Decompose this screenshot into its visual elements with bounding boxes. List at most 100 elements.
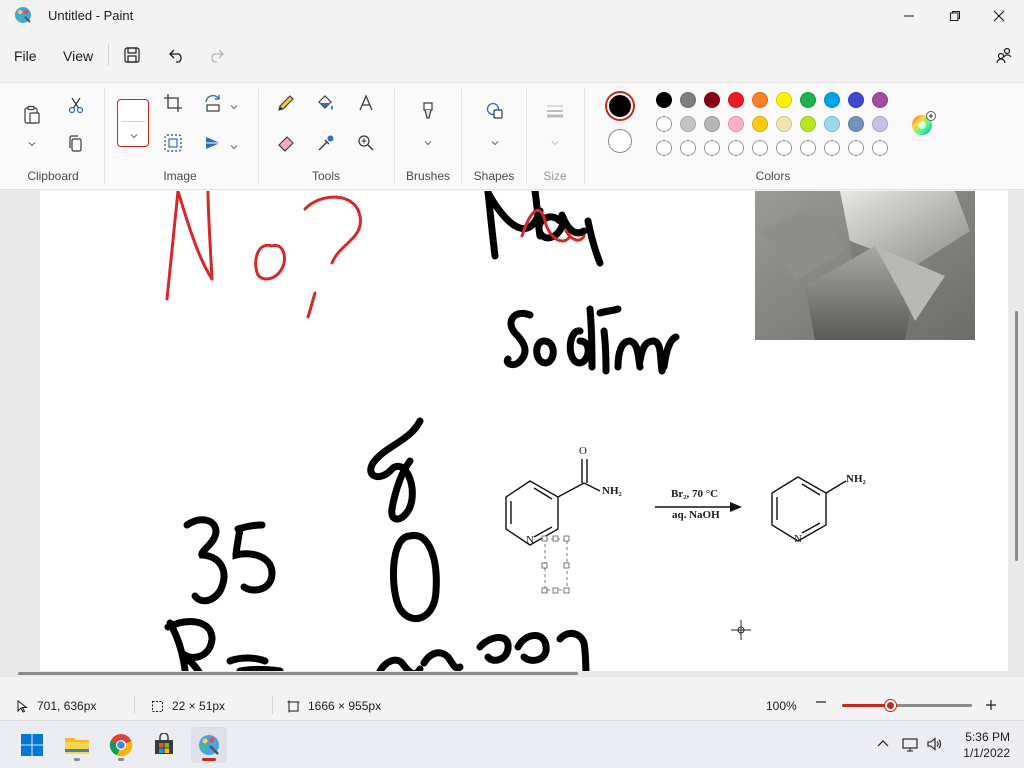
redo-icon <box>211 49 224 63</box>
brushes-dropdown[interactable] <box>423 135 433 146</box>
brushes-button[interactable] <box>414 97 442 125</box>
palette-swatch[interactable] <box>824 140 840 156</box>
vertical-scrollbar[interactable] <box>1015 311 1018 561</box>
magnifier-tool[interactable] <box>352 129 380 157</box>
rotate-dropdown[interactable] <box>229 99 239 110</box>
chevron-up-icon[interactable] <box>875 736 891 752</box>
eraser-tool[interactable] <box>272 129 300 157</box>
canvas-size-icon <box>287 700 300 712</box>
palette-swatch[interactable] <box>824 116 840 132</box>
save-button[interactable] <box>118 42 146 68</box>
primary-color-button[interactable] <box>605 91 635 121</box>
minimize-button[interactable] <box>886 0 932 32</box>
menu-view[interactable]: View <box>63 48 93 64</box>
palette-swatch[interactable] <box>848 116 864 132</box>
secondary-color-button[interactable] <box>608 129 632 153</box>
taskbar-clock[interactable]: 5:36 PM 1/1/2022 <box>963 729 1010 761</box>
resize-button[interactable] <box>159 129 187 157</box>
palette-swatch[interactable] <box>680 92 696 108</box>
copilot-button[interactable] <box>990 42 1018 68</box>
zoom-level[interactable]: 100% <box>766 699 797 713</box>
number-three <box>183 516 228 605</box>
color-picker-tool[interactable] <box>312 129 340 157</box>
line-width-icon <box>547 105 563 118</box>
partial-word-left <box>164 618 284 671</box>
palette-swatch[interactable] <box>704 116 720 132</box>
pencil-tool[interactable] <box>272 89 300 117</box>
shapes-dropdown[interactable] <box>490 135 500 146</box>
palette-swatch[interactable] <box>800 140 816 156</box>
paste-dropdown[interactable] <box>27 136 37 147</box>
size-button[interactable] <box>541 97 569 125</box>
palette-swatch[interactable] <box>776 140 792 156</box>
paste-icon <box>24 105 40 124</box>
crop-button[interactable] <box>159 89 187 117</box>
menu-file[interactable]: File <box>14 48 37 64</box>
undo-button[interactable] <box>163 42 191 68</box>
taskbar-file-explorer[interactable] <box>59 727 95 763</box>
zoom-slider-thumb[interactable] <box>885 700 897 711</box>
paint-app-icon <box>199 735 219 755</box>
palette-swatch[interactable] <box>824 92 840 108</box>
palette-swatch[interactable] <box>728 116 744 132</box>
palette-swatch[interactable] <box>656 140 672 156</box>
flip-button[interactable] <box>199 129 227 157</box>
taskbar-paint[interactable] <box>191 727 227 763</box>
palette-swatch[interactable] <box>704 92 720 108</box>
word-sodium <box>503 305 680 375</box>
palette-swatch[interactable] <box>728 140 744 156</box>
close-button[interactable] <box>976 0 1022 32</box>
palette-swatch[interactable] <box>800 116 816 132</box>
cut-button[interactable] <box>62 91 90 119</box>
network-icon[interactable] <box>902 736 918 752</box>
palette-swatch[interactable] <box>848 140 864 156</box>
ribbon-separator <box>526 89 527 185</box>
palette-swatch[interactable] <box>704 140 720 156</box>
status-separator <box>134 696 135 714</box>
ribbon-separator <box>461 89 462 185</box>
drawing-canvas[interactable]: O NH₂ N Br₂, 70 °C aq. NaOH NH₂ N <box>40 191 1008 671</box>
fill-tool[interactable] <box>312 89 340 117</box>
rotate-button[interactable] <box>199 89 227 117</box>
palette-swatch[interactable] <box>776 116 792 132</box>
amide-nh2-label: NH₂ <box>602 485 622 497</box>
palette-swatch[interactable] <box>728 92 744 108</box>
palette-swatch[interactable] <box>752 92 768 108</box>
volume-icon[interactable] <box>926 736 942 752</box>
edit-colors-button[interactable] <box>910 111 936 137</box>
redo-button[interactable] <box>202 42 230 68</box>
taskbar-chrome[interactable] <box>103 727 139 763</box>
paste-button[interactable] <box>18 101 46 129</box>
palette-swatch[interactable] <box>800 92 816 108</box>
text-tool[interactable] <box>352 89 380 117</box>
eyedropper-icon <box>318 135 334 151</box>
palette-swatch[interactable] <box>680 116 696 132</box>
horizontal-scrollbar[interactable] <box>18 672 578 675</box>
zoom-in-button[interactable] <box>985 699 997 711</box>
palette-swatch[interactable] <box>848 92 864 108</box>
palette-swatch[interactable] <box>752 140 768 156</box>
flip-dropdown[interactable] <box>229 139 239 150</box>
zoom-slider[interactable] <box>842 700 972 711</box>
taskbar-microsoft-store[interactable] <box>146 727 182 763</box>
palette-swatch[interactable] <box>872 92 888 108</box>
restore-button[interactable] <box>932 0 978 32</box>
palette-swatch[interactable] <box>872 140 888 156</box>
palette-swatch[interactable] <box>656 92 672 108</box>
group-label-image: Image <box>163 169 197 183</box>
status-separator <box>272 696 273 714</box>
palette-swatch[interactable] <box>656 116 672 132</box>
palette-swatch[interactable] <box>680 140 696 156</box>
shapes-button[interactable] <box>481 97 509 125</box>
zoom-out-button[interactable] <box>815 696 827 708</box>
start-button[interactable] <box>14 727 50 763</box>
copy-button[interactable] <box>62 130 90 158</box>
size-dropdown[interactable] <box>550 135 560 146</box>
palette-swatch[interactable] <box>776 92 792 108</box>
windows-logo-icon <box>21 734 43 756</box>
palette-swatch[interactable] <box>752 116 768 132</box>
text-icon <box>359 94 373 111</box>
palette-swatch[interactable] <box>872 116 888 132</box>
canvas-workspace[interactable]: O NH₂ N Br₂, 70 °C aq. NaOH NH₂ N <box>0 191 1024 677</box>
select-button[interactable] <box>117 99 149 147</box>
